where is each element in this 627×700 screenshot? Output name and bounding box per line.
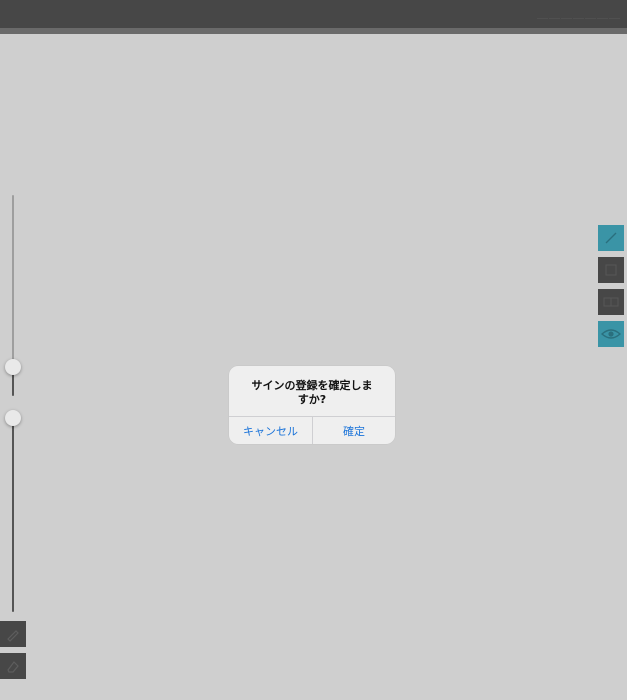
grid-icon — [603, 297, 619, 307]
preview-toggle-button[interactable] — [598, 321, 624, 347]
grid-toggle-button[interactable] — [598, 289, 624, 315]
draw-mode-button[interactable] — [598, 225, 624, 251]
shape-mode-button[interactable] — [598, 257, 624, 283]
confirm-signature-dialog: サインの登録を確定しますか? キャンセル 確定 — [229, 366, 395, 444]
dialog-message: サインの登録を確定しますか? — [251, 379, 373, 406]
eraser-tool-button[interactable] — [0, 653, 26, 679]
eye-icon — [601, 329, 621, 339]
cancel-button[interactable]: キャンセル — [229, 417, 312, 444]
brush-size-slider-thumb[interactable] — [5, 359, 21, 375]
pen-tool-button[interactable] — [0, 621, 26, 647]
top-bar-title: ＿＿＿＿＿＿＿ — [537, 7, 621, 20]
brush-opacity-slider-track[interactable] — [12, 418, 14, 612]
square-icon — [605, 264, 617, 276]
brush-opacity-slider-thumb[interactable] — [5, 410, 21, 426]
brush-size-slider-track[interactable] — [12, 195, 14, 367]
confirm-button[interactable]: 確定 — [313, 417, 395, 444]
eraser-icon — [7, 661, 19, 673]
top-bar: ＿＿＿＿＿＿＿ — [0, 0, 627, 28]
pen-icon — [605, 232, 617, 244]
pen-icon — [7, 630, 19, 642]
